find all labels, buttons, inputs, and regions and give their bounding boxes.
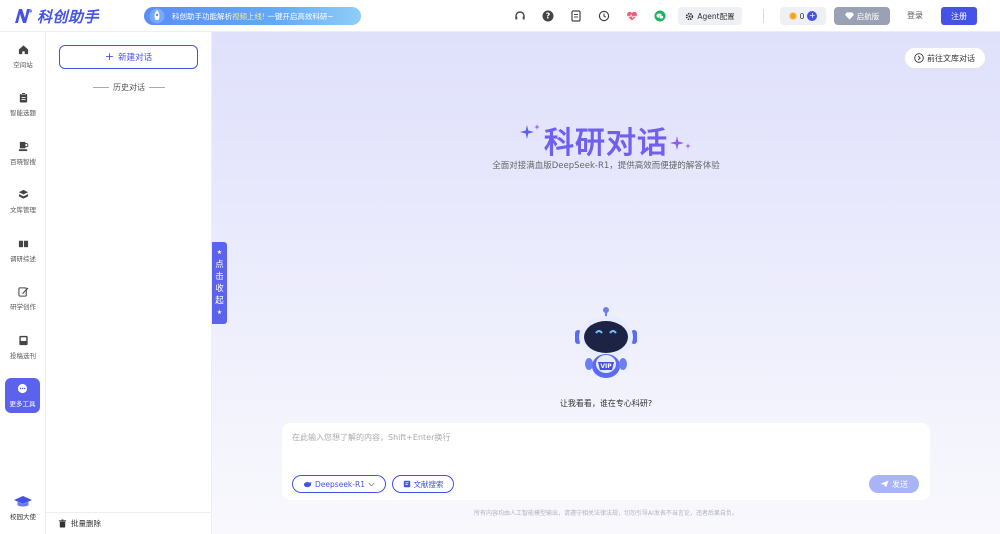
- star-icon: ★: [216, 249, 223, 256]
- more-tools-icon: [17, 383, 28, 394]
- nav-item-writing[interactable]: 研学创作: [0, 281, 46, 315]
- top-bar: 科创助手 科创助手功能解析 视频上线! 一键开启高效科研~ ? Agent配置 0…: [0, 0, 1000, 32]
- bulk-delete-button[interactable]: 批量删除: [46, 512, 212, 534]
- coin-count: 0: [799, 11, 805, 21]
- promo-text-c: 一键开启高效科研~: [267, 11, 334, 21]
- disclaimer: 所有内容均由人工智能模型输出，请遵守相关法律法规，切勿引导AI发表不当言论，违者…: [474, 510, 738, 517]
- robot-mascot: VIP: [575, 307, 637, 378]
- help-icon[interactable]: ?: [540, 8, 556, 24]
- version-button[interactable]: 启航版: [834, 7, 890, 25]
- star-icon: ★: [216, 309, 223, 316]
- promo-text-b: 视频上线!: [232, 11, 266, 21]
- reading-icon: [18, 240, 28, 247]
- diamond-icon: [844, 12, 854, 20]
- chat-input[interactable]: [292, 433, 912, 442]
- book-icon: [403, 480, 410, 488]
- nav-item-smart-search[interactable]: 百晓智搜: [0, 136, 46, 170]
- book-search-icon: [18, 141, 28, 151]
- collapse-char: 起: [215, 296, 224, 306]
- gear-icon: [686, 12, 694, 20]
- home-icon: [18, 44, 28, 54]
- left-nav: 空间站 智能选题 百晓智搜 文库管理 调研综述 研学创作 投稿选刊 更多工具 校…: [0, 32, 46, 534]
- nav-item-space-station[interactable]: 空间站: [0, 39, 46, 73]
- nav-label: 更多工具: [9, 400, 36, 408]
- go-to-library-label: 前往文库对话: [927, 53, 975, 63]
- coin-icon: [788, 12, 797, 20]
- agent-config-button[interactable]: Agent配置: [678, 7, 742, 25]
- heart-pulse-icon[interactable]: [624, 8, 640, 24]
- nav-label: 文库管理: [10, 205, 36, 214]
- wechat-icon[interactable]: [652, 8, 668, 24]
- clipboard-icon: [19, 91, 27, 103]
- agent-config-label: Agent配置: [697, 11, 735, 21]
- new-chat-button[interactable]: + 新建对话: [59, 45, 198, 69]
- whale-icon: [304, 481, 312, 487]
- campus-ambassador-label: 校园大使: [10, 513, 36, 521]
- svg-text:VIP: VIP: [600, 363, 612, 370]
- history-title: 历史对话: [46, 82, 212, 93]
- nav-label: 研学创作: [10, 302, 36, 311]
- arrow-circle-icon: [914, 53, 924, 63]
- nav-item-journal[interactable]: 投稿选刊: [0, 330, 46, 364]
- headset-icon[interactable]: [512, 8, 528, 24]
- chat-input-box: Deepseek-R1 文献搜索 发送: [282, 423, 930, 500]
- campus-ambassador[interactable]: 校园大使: [0, 495, 46, 521]
- send-label: 发送: [892, 479, 908, 489]
- collapse-char: 收: [215, 284, 224, 294]
- nav-label: 投稿选刊: [10, 351, 36, 360]
- history-panel: + 新建对话 历史对话 批量删除: [46, 32, 212, 534]
- nav-item-survey-review[interactable]: 调研综述: [0, 233, 46, 267]
- app-name: 科创助手: [37, 8, 100, 26]
- register-button[interactable]: 注册: [941, 7, 977, 25]
- collapse-char: 点: [215, 260, 224, 270]
- history-icon[interactable]: [596, 8, 612, 24]
- journal-icon: [18, 335, 28, 345]
- hero-title: 科研对话: [212, 118, 1000, 162]
- robot-caption: 让我看看，谁在专心科研?: [559, 399, 653, 408]
- coin-balance[interactable]: 0 +: [780, 7, 826, 25]
- collapse-char: 击: [215, 272, 224, 282]
- document-icon[interactable]: [568, 8, 584, 24]
- add-coins-icon[interactable]: +: [807, 11, 818, 21]
- nav-item-topic-selection[interactable]: 智能选题: [0, 87, 46, 121]
- bulk-delete-label: 批量删除: [71, 519, 101, 528]
- promo-banner[interactable]: 科创助手功能解析 视频上线! 一键开启高效科研~: [144, 7, 361, 25]
- nav-item-library[interactable]: 文库管理: [0, 184, 46, 218]
- literature-search-label: 文献搜索: [413, 479, 444, 489]
- divider: [763, 9, 764, 23]
- rocket-icon: [149, 8, 165, 24]
- plus-icon: +: [104, 50, 115, 63]
- nav-label: 调研综述: [10, 254, 36, 263]
- edit-icon: [17, 286, 28, 297]
- literature-search-button[interactable]: 文献搜索: [392, 475, 454, 493]
- model-select-button[interactable]: Deepseek-R1: [292, 475, 386, 493]
- library-icon: [18, 189, 28, 199]
- chevron-down-icon: [368, 482, 375, 486]
- login-link[interactable]: 登录: [907, 10, 923, 21]
- send-button[interactable]: 发送: [869, 475, 919, 493]
- new-chat-label: 新建对话: [118, 53, 153, 63]
- nav-label: 百晓智搜: [10, 157, 36, 166]
- go-to-library-chat-button[interactable]: 前往文库对话: [904, 47, 986, 69]
- nav-label: 空间站: [13, 60, 33, 69]
- app-logo[interactable]: 科创助手: [13, 6, 99, 26]
- hero-subtitle: 全面对接满血版DeepSeek-R1，提供高效而便捷的解答体验: [492, 161, 720, 171]
- logo-icon: [15, 9, 33, 23]
- nav-label: 智能选题: [10, 108, 36, 117]
- model-label: Deepseek-R1: [315, 479, 365, 489]
- collapse-history-tab[interactable]: ★ 点 击 收 起 ★: [212, 242, 227, 324]
- graduation-cap-icon: [14, 496, 32, 507]
- history-title-text: 历史对话: [113, 83, 145, 92]
- send-icon: [880, 480, 889, 488]
- promo-text-a: 科创助手功能解析: [172, 11, 232, 21]
- sparkle-icon: [670, 136, 691, 150]
- nav-item-more-tools[interactable]: 更多工具: [5, 378, 40, 413]
- main-area: 前往文库对话 科研对话 全面对接满血版DeepSeek-R1，提供高效而便捷的解…: [212, 32, 1000, 534]
- trash-icon: [58, 519, 67, 528]
- svg-text:?: ?: [546, 12, 551, 21]
- version-label: 启航版: [856, 11, 880, 21]
